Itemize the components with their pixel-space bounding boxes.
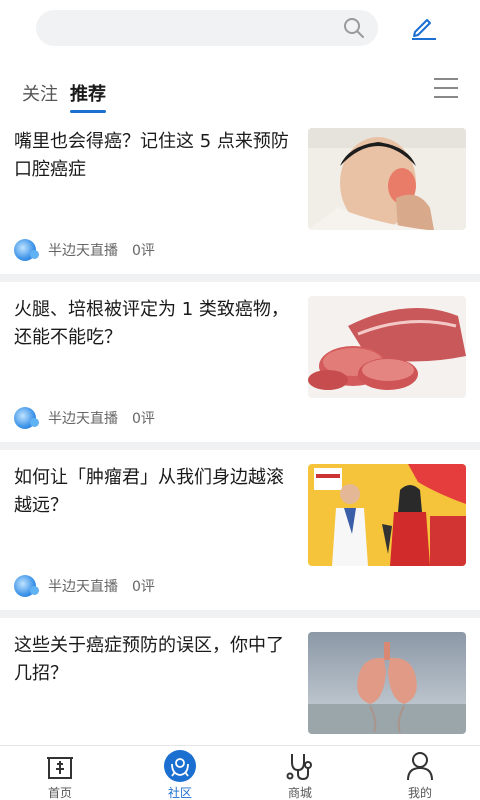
article-meta: 半边天直播 0评	[14, 404, 155, 432]
nav-label: 首页	[47, 786, 72, 800]
feed-tabs: 关注 推荐	[0, 60, 480, 114]
article-thumbnail[interactable]	[308, 464, 466, 566]
tab-follow[interactable]: 关注	[22, 80, 58, 106]
nav-community[interactable]: 社区	[140, 750, 220, 800]
article-title[interactable]: 如何让「肿瘤君」从我们身边越滚越远？	[14, 464, 296, 520]
nav-mall[interactable]: 商城	[260, 750, 340, 800]
source-avatar	[14, 575, 39, 597]
article-title[interactable]: 火腿、培根被评定为 1 类致癌物，还能不能吃？	[14, 296, 296, 352]
article-source: 半边天直播	[48, 411, 118, 427]
divider	[0, 274, 480, 282]
source-avatar	[14, 239, 39, 261]
search-icon[interactable]	[342, 16, 366, 40]
article-thumbnail[interactable]	[308, 632, 466, 734]
list-item[interactable]: 火腿、培根被评定为 1 类致癌物，还能不能吃？ 半边天直播 0评	[0, 282, 480, 442]
article-title[interactable]: 嘴里也会得癌？记住这 5 点来预防口腔癌症	[14, 128, 296, 184]
article-title[interactable]: 这些关于癌症预防的误区，你中了几招？	[14, 632, 296, 688]
list-item[interactable]: 嘴里也会得癌？记住这 5 点来预防口腔癌症 半边天直播 0评	[0, 114, 480, 274]
article-source: 半边天直播	[48, 579, 118, 595]
nav-label: 社区	[167, 786, 192, 800]
top-bar	[0, 0, 480, 60]
nav-label: 我的	[407, 786, 432, 800]
article-thumbnail[interactable]	[308, 128, 466, 230]
article-thumbnail[interactable]	[308, 296, 466, 398]
community-icon	[164, 750, 196, 782]
stethoscope-icon	[286, 754, 312, 781]
menu-icon[interactable]	[434, 78, 458, 100]
source-avatar	[14, 407, 39, 429]
nav-label: 商城	[287, 786, 312, 800]
nav-home[interactable]: 首页	[20, 750, 100, 800]
comment-count: 0评	[132, 243, 155, 259]
divider	[0, 442, 480, 450]
edit-icon[interactable]	[408, 12, 438, 42]
article-meta: 半边天直播 0评	[14, 236, 155, 264]
divider	[0, 610, 480, 618]
article-meta: 半边天直播 0评	[14, 572, 155, 600]
comment-count: 0评	[132, 411, 155, 427]
search-input[interactable]	[36, 10, 378, 46]
article-source: 半边天直播	[48, 243, 118, 259]
list-item[interactable]: 如何让「肿瘤君」从我们身边越滚越远？ 半边天直播 0评	[0, 450, 480, 610]
active-tab-indicator	[70, 110, 106, 113]
nav-profile[interactable]: 我的	[380, 750, 460, 800]
bottom-navigation: 首页 社区 商城 我的	[0, 745, 480, 800]
comment-count: 0评	[132, 579, 155, 595]
tab-recommend[interactable]: 推荐	[70, 80, 106, 106]
user-icon	[407, 752, 433, 781]
home-icon	[47, 757, 73, 779]
